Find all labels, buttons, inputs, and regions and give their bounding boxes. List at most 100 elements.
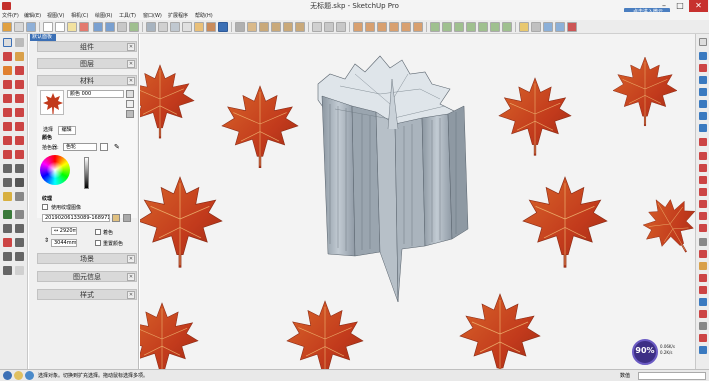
tape-measure-icon[interactable] [3, 164, 12, 173]
credits-icon[interactable] [14, 371, 23, 380]
freehand-icon[interactable] [15, 66, 24, 75]
menu-edit[interactable]: 编辑(E) [24, 12, 41, 20]
layers-panel-header[interactable]: 图层 ✕ [37, 58, 137, 69]
menu-camera[interactable]: 相机(C) [71, 12, 88, 20]
rotated-rectangle-icon[interactable] [15, 80, 24, 89]
split-icon[interactable] [401, 22, 411, 32]
hidden-line-icon[interactable] [182, 22, 192, 32]
zoom-window-icon[interactable] [15, 224, 24, 233]
plugin-icon[interactable] [699, 224, 707, 232]
plugin-icon[interactable] [699, 322, 707, 330]
plugin-icon[interactable] [699, 112, 707, 120]
select-arrow-icon[interactable] [699, 38, 707, 46]
texture-width-field[interactable]: ↔ 2920mm [51, 227, 77, 235]
right-view-icon[interactable] [271, 22, 281, 32]
look-around-icon[interactable] [15, 252, 24, 261]
plugin-icon[interactable] [699, 310, 707, 318]
styles-panel-header[interactable]: 样式 ✕ [37, 289, 137, 300]
model-viewport[interactable] [140, 34, 695, 369]
walk-icon[interactable] [3, 266, 12, 275]
aspect-link-icon[interactable]: ⇕ [44, 237, 49, 244]
redo-icon[interactable] [105, 22, 115, 32]
plugin-icon[interactable] [699, 152, 707, 160]
menu-view[interactable]: 视图(V) [47, 12, 64, 20]
offset-icon[interactable] [15, 150, 24, 159]
flip-edge-icon[interactable] [502, 22, 512, 32]
paste-icon[interactable] [67, 22, 77, 32]
plugin-icon[interactable] [699, 164, 707, 172]
extension-warehouse-icon[interactable] [567, 22, 577, 32]
plugin-icon[interactable] [699, 100, 707, 108]
left-view-icon[interactable] [295, 22, 305, 32]
plugin-icon[interactable] [699, 212, 707, 220]
polygon-icon[interactable] [15, 94, 24, 103]
smoove-icon[interactable] [454, 22, 464, 32]
add-detail-icon[interactable] [490, 22, 500, 32]
undo-icon[interactable] [93, 22, 103, 32]
sandbox-contours-icon[interactable] [430, 22, 440, 32]
make-component-icon[interactable] [15, 38, 24, 47]
back-edges-icon[interactable] [158, 22, 168, 32]
menu-draw[interactable]: 绘图(R) [95, 12, 112, 20]
texture-height-field[interactable]: 3044mm [51, 239, 77, 247]
zoom-icon[interactable] [3, 224, 12, 233]
subtract-icon[interactable] [365, 22, 375, 32]
3d-text-icon[interactable] [15, 192, 24, 201]
push-pull-icon[interactable] [15, 122, 24, 131]
menu-window[interactable]: 窗口(W) [143, 12, 162, 20]
model-info-icon[interactable] [129, 22, 139, 32]
menu-tools[interactable]: 工具(T) [119, 12, 136, 20]
tab-edit[interactable]: 编辑 [57, 126, 76, 135]
rectangle-icon[interactable] [3, 80, 12, 89]
protractor-icon[interactable] [3, 178, 12, 187]
close-icon[interactable]: ✕ [127, 273, 135, 281]
eraser-icon[interactable] [3, 52, 12, 61]
move-icon[interactable] [3, 122, 12, 131]
browse-folder-icon[interactable] [112, 214, 120, 222]
menu-file[interactable]: 文件(F) [2, 12, 19, 20]
pan-icon[interactable] [15, 210, 24, 219]
plugin-icon[interactable] [699, 274, 707, 282]
plugin-icon[interactable] [699, 124, 707, 132]
trim-icon[interactable] [377, 22, 387, 32]
warehouse-icon[interactable] [543, 22, 553, 32]
print-icon[interactable] [117, 22, 127, 32]
monochrome-icon[interactable] [218, 22, 228, 32]
section-plane-tool-icon[interactable] [15, 266, 24, 275]
copy-icon[interactable] [55, 22, 65, 32]
plugin-icon[interactable] [699, 334, 707, 342]
save-icon[interactable] [26, 22, 36, 32]
new-file-icon[interactable] [2, 22, 12, 32]
plugin-icon[interactable] [699, 298, 707, 306]
brightness-slider[interactable] [84, 157, 89, 189]
outer-shell-icon[interactable] [413, 22, 423, 32]
create-material-icon[interactable] [126, 90, 134, 98]
performance-widget[interactable]: 90% [632, 339, 658, 365]
open-file-icon[interactable] [14, 22, 24, 32]
arc-icon[interactable] [3, 108, 12, 117]
plugin-icon[interactable] [699, 88, 707, 96]
use-texture-checkbox[interactable] [42, 204, 48, 210]
shaded-icon[interactable] [194, 22, 204, 32]
tab-select[interactable]: 选择 [40, 127, 56, 134]
menu-extensions[interactable]: 扩展程序 [168, 12, 188, 20]
maximize-button[interactable]: □ [672, 0, 688, 12]
tray-tab[interactable]: 默认面板 [30, 34, 56, 41]
drape-icon[interactable] [478, 22, 488, 32]
color-swatch[interactable] [100, 143, 108, 151]
shadows-icon[interactable] [519, 22, 529, 32]
scenes-panel-header[interactable]: 场景 ✕ [37, 253, 137, 264]
sample-paint-icon[interactable] [126, 100, 134, 108]
union-icon[interactable] [353, 22, 363, 32]
stamp-icon[interactable] [466, 22, 476, 32]
close-icon[interactable]: ✕ [127, 60, 135, 68]
dimension-icon[interactable] [15, 164, 24, 173]
plugin-icon[interactable] [699, 52, 707, 60]
plugin-icon[interactable] [699, 238, 707, 246]
entity-info-panel-header[interactable]: 图元信息 ✕ [37, 271, 137, 282]
edit-texture-icon[interactable] [123, 214, 131, 222]
help-icon[interactable] [25, 371, 34, 380]
follow-me-icon[interactable] [15, 136, 24, 145]
texture-file-field[interactable]: 20190206133089-1689714290 [42, 214, 110, 222]
select-arrow-icon[interactable] [3, 38, 12, 47]
